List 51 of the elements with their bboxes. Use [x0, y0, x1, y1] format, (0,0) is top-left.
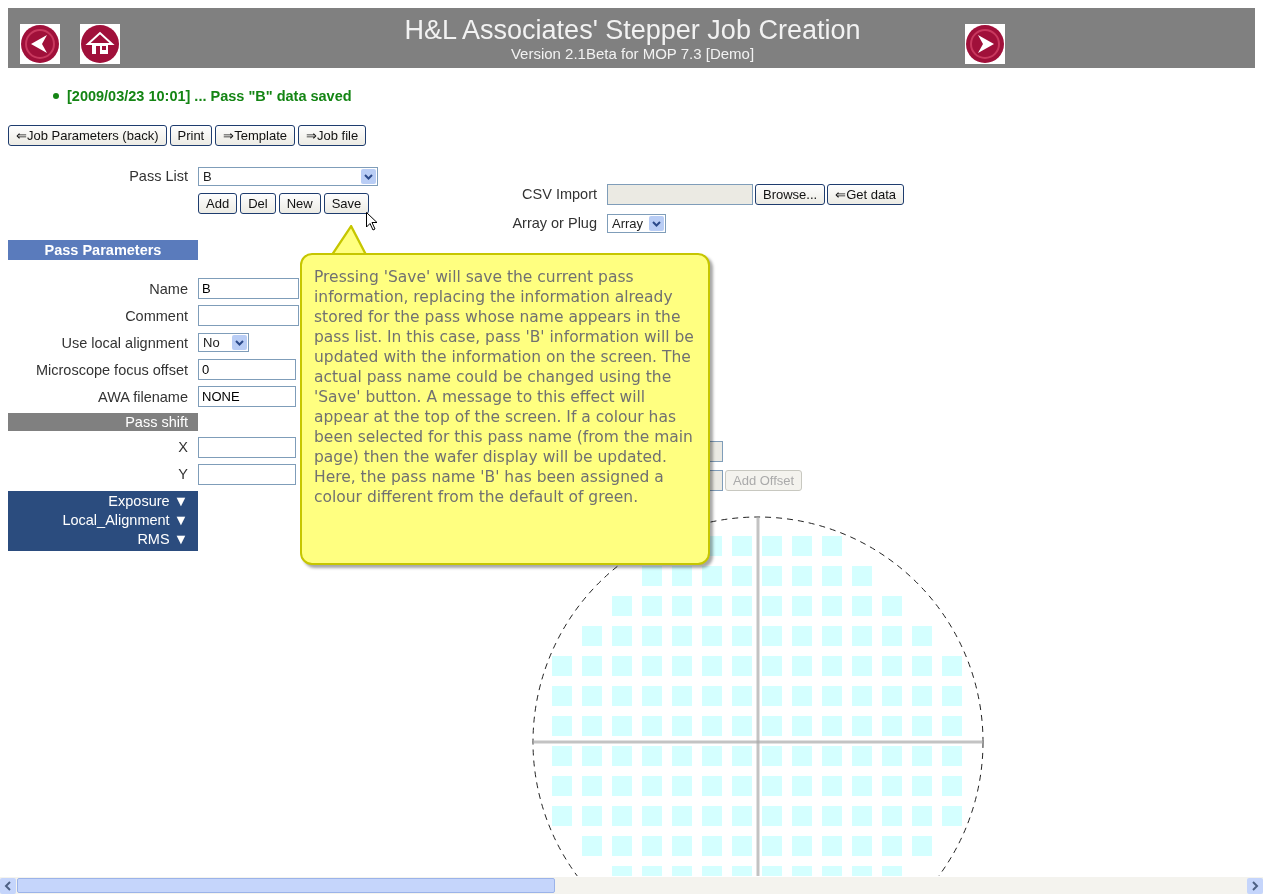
input-field[interactable]: NONE — [198, 386, 296, 407]
status-message: [2009/03/23 10:01] ... Pass "B" data saved — [67, 88, 352, 104]
alignment-select[interactable]: No — [198, 333, 249, 352]
field-label: Array or Plug — [511, 215, 597, 231]
toolbar-button[interactable]: Print — [169, 125, 213, 146]
pointer-cursor-icon — [366, 212, 378, 231]
input-field[interactable]: 0 — [198, 359, 296, 380]
input-field[interactable] — [198, 305, 299, 326]
field-label: Microscope focus offset — [34, 361, 189, 378]
pass-button[interactable]: Del — [240, 193, 276, 214]
page-title: H&L Associates' Stepper Job Creation — [403, 14, 862, 45]
section-header: Pass shift — [8, 413, 198, 431]
dropdown-icon — [361, 168, 376, 184]
browse-button[interactable]: Browse... — [755, 183, 826, 205]
input-field[interactable]: B — [198, 278, 299, 299]
horizontal-scrollbar[interactable] — [0, 877, 1263, 894]
section-header: Pass Parameters — [8, 240, 198, 260]
version-text: Version 2.1Beta for MOP 7.3 [Demo] — [509, 44, 756, 62]
field-label: Y — [177, 466, 189, 482]
input-field[interactable] — [198, 463, 296, 485]
tooltip-text: Pressing 'Save' will save the current pass information, replacing the information already stored for the pass whose name appears in the pass list. In this case, pass 'B' information will be updated with the information on the screen. The actual pass name could be changed using the 'Save' button. A message to this effect will appear at the top of the screen. If a colour has been selected for this pass name (from the main page) then the wafer display will be updated. Here, the pass name 'B' has been assigned a colour different from the default of green. — [314, 267, 695, 507]
bullet-icon — [53, 93, 59, 99]
field-label: Name — [148, 280, 189, 297]
section-toggle[interactable]: Local_Alignment ▼ — [62, 511, 188, 530]
toolbar-button[interactable]: ⇒Template — [215, 125, 295, 146]
field-label: X — [177, 439, 189, 455]
home-icon[interactable] — [80, 24, 120, 64]
back-arrow-icon[interactable] — [20, 24, 60, 64]
dropdown-icon — [232, 335, 247, 350]
field-label: AWA filename — [97, 388, 189, 405]
section-toggle[interactable]: RMS ▼ — [137, 530, 188, 549]
pass-list-select[interactable]: B — [198, 166, 378, 186]
pass-button[interactable]: New — [278, 193, 321, 214]
scroll-thumb[interactable] — [17, 877, 555, 893]
field-label: Use local alignment — [60, 334, 189, 351]
toolbar-button[interactable]: ⇐Job Parameters (back) — [8, 125, 167, 146]
field-label: CSV Import — [521, 186, 597, 202]
input-field[interactable] — [198, 436, 296, 458]
section-toggle[interactable]: Exposure ▼ — [108, 492, 188, 511]
get-data-button[interactable]: ⇐Get data — [827, 183, 905, 205]
scroll-right-icon[interactable] — [1247, 877, 1263, 894]
field-label: Comment — [124, 307, 189, 324]
pass-button[interactable]: Save — [323, 193, 370, 214]
scroll-left-icon[interactable] — [0, 877, 16, 894]
toolbar-button[interactable]: ⇒Job file — [298, 125, 367, 146]
array-select[interactable]: Array — [607, 213, 666, 233]
forward-arrow-icon[interactable] — [965, 24, 1005, 64]
pass-button[interactable]: Add — [198, 193, 238, 214]
dropdown-icon — [649, 215, 664, 231]
field-label: Pass List — [128, 168, 189, 184]
file-field[interactable] — [607, 183, 753, 205]
